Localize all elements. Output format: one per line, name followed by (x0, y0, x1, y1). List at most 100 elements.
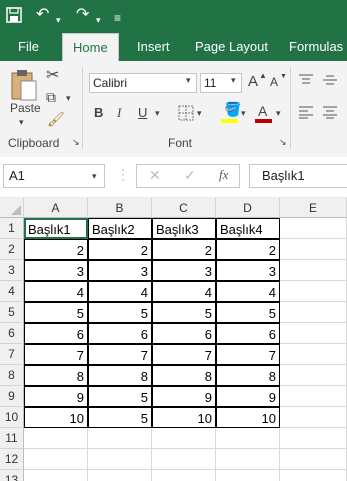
header-cell-d1[interactable]: Başlık4 (216, 218, 280, 239)
format-painter-icon[interactable]: 🖌 (47, 111, 65, 128)
row-header-7[interactable]: 7 (0, 344, 24, 365)
cell-c3[interactable]: 3 (152, 260, 216, 281)
row-header-5[interactable]: 5 (0, 302, 24, 323)
cell-d5[interactable]: 5 (216, 302, 280, 323)
row-header-8[interactable]: 8 (0, 365, 24, 386)
cell-b11[interactable] (88, 428, 152, 449)
cell-b3[interactable]: 3 (88, 260, 152, 281)
row-header-13[interactable]: 13 (0, 470, 24, 481)
cell-b4[interactable]: 4 (88, 281, 152, 302)
cell-a3[interactable]: 3 (24, 260, 88, 281)
row-header-2[interactable]: 2 (0, 239, 24, 260)
cell-c6[interactable]: 6 (152, 323, 216, 344)
column-header-d[interactable]: D (216, 198, 280, 218)
cell-a12[interactable] (24, 449, 88, 470)
column-header-e[interactable]: E (280, 198, 347, 218)
cell-c7[interactable]: 7 (152, 344, 216, 365)
font-color-dropdown-icon[interactable]: ▾ (276, 108, 281, 119)
copy-dropdown-icon[interactable]: ▾ (66, 93, 71, 104)
tab-page-layout[interactable]: Page Layout (185, 33, 278, 61)
insert-function-button[interactable]: fx (219, 167, 228, 183)
row-header-11[interactable]: 11 (0, 428, 24, 449)
cell-d3[interactable]: 3 (216, 260, 280, 281)
cell-e6[interactable] (280, 323, 347, 344)
cell-d9[interactable]: 9 (216, 386, 280, 407)
row-header-4[interactable]: 4 (0, 281, 24, 302)
cell-c12[interactable] (152, 449, 216, 470)
font-color-button[interactable]: A (258, 103, 267, 119)
borders-dropdown-icon[interactable]: ▾ (197, 108, 202, 119)
header-cell-c1[interactable]: Başlık3 (152, 218, 216, 239)
cell-e9[interactable] (280, 386, 347, 407)
top-align-icon[interactable] (298, 73, 314, 87)
font-size-dropdown-icon[interactable]: ▾ (231, 75, 236, 86)
cell-c8[interactable]: 8 (152, 365, 216, 386)
cell-d12[interactable] (216, 449, 280, 470)
row-header-1[interactable]: 1 (0, 218, 24, 239)
tab-home[interactable]: Home (62, 33, 119, 61)
align-left-icon[interactable] (298, 105, 314, 119)
cell-b10[interactable]: 5 (88, 407, 152, 428)
cancel-icon[interactable]: ✕ (149, 167, 161, 184)
shrink-font-button[interactable]: A (270, 75, 278, 89)
column-header-a[interactable]: A (24, 198, 88, 218)
cell-c13[interactable] (152, 470, 216, 481)
undo-icon[interactable]: ↶ (36, 5, 49, 25)
cell-a7[interactable]: 7 (24, 344, 88, 365)
select-all-corner[interactable] (0, 198, 24, 218)
italic-button[interactable]: I (117, 105, 121, 121)
cell-a8[interactable]: 8 (24, 365, 88, 386)
tab-formulas[interactable]: Formulas (279, 33, 347, 61)
middle-align-icon[interactable] (322, 73, 338, 87)
cell-d11[interactable] (216, 428, 280, 449)
cell-e3[interactable] (280, 260, 347, 281)
cell-e7[interactable] (280, 344, 347, 365)
enter-icon[interactable]: ✓ (184, 167, 196, 184)
cell-a6[interactable]: 6 (24, 323, 88, 344)
cell-c5[interactable]: 5 (152, 302, 216, 323)
row-header-12[interactable]: 12 (0, 449, 24, 470)
cell-a5[interactable]: 5 (24, 302, 88, 323)
cell-b6[interactable]: 6 (88, 323, 152, 344)
fill-color-dropdown-icon[interactable]: ▾ (241, 108, 246, 119)
cell-a2[interactable]: 2 (24, 239, 88, 260)
redo-dropdown-icon[interactable]: ▾ (96, 10, 101, 30)
cut-icon[interactable]: ✂ (46, 65, 59, 85)
header-cell-a1[interactable]: Başlık1 (24, 218, 88, 239)
formula-input[interactable]: Başlık1 (249, 164, 347, 188)
cell-c4[interactable]: 4 (152, 281, 216, 302)
redo-icon[interactable]: ↷ (76, 5, 89, 25)
cell-a10[interactable]: 10 (24, 407, 88, 428)
underline-dropdown-icon[interactable]: ▾ (155, 108, 160, 119)
cell-e11[interactable] (280, 428, 347, 449)
bold-button[interactable]: B (94, 105, 103, 120)
cell-e12[interactable] (280, 449, 347, 470)
cell-d6[interactable]: 6 (216, 323, 280, 344)
underline-button[interactable]: U (138, 105, 147, 120)
cell-b2[interactable]: 2 (88, 239, 152, 260)
cell-e5[interactable] (280, 302, 347, 323)
cell-b9[interactable]: 5 (88, 386, 152, 407)
font-name-dropdown-icon[interactable]: ▾ (186, 75, 191, 86)
row-header-6[interactable]: 6 (0, 323, 24, 344)
row-header-3[interactable]: 3 (0, 260, 24, 281)
cell-e13[interactable] (280, 470, 347, 481)
copy-icon[interactable]: ⧉ (46, 89, 56, 106)
row-header-10[interactable]: 10 (0, 407, 24, 428)
customize-icon[interactable]: ≡ (114, 8, 121, 28)
header-cell-b1[interactable]: Başlık2 (88, 218, 152, 239)
grow-font-button[interactable]: A (248, 73, 258, 90)
clipboard-launcher-icon[interactable]: ↘ (72, 137, 80, 148)
tab-file[interactable]: File (8, 33, 49, 61)
paste-button[interactable]: Paste (10, 101, 41, 115)
cell-d8[interactable]: 8 (216, 365, 280, 386)
name-box-dropdown-icon[interactable]: ▾ (92, 171, 97, 182)
cell-e1[interactable] (280, 218, 347, 239)
cell-a11[interactable] (24, 428, 88, 449)
undo-dropdown-icon[interactable]: ▾ (56, 10, 61, 30)
cell-e10[interactable] (280, 407, 347, 428)
cell-c11[interactable] (152, 428, 216, 449)
cell-a9[interactable]: 9 (24, 386, 88, 407)
font-launcher-icon[interactable]: ↘ (279, 137, 287, 148)
font-name-box[interactable]: Calibri (89, 73, 197, 93)
